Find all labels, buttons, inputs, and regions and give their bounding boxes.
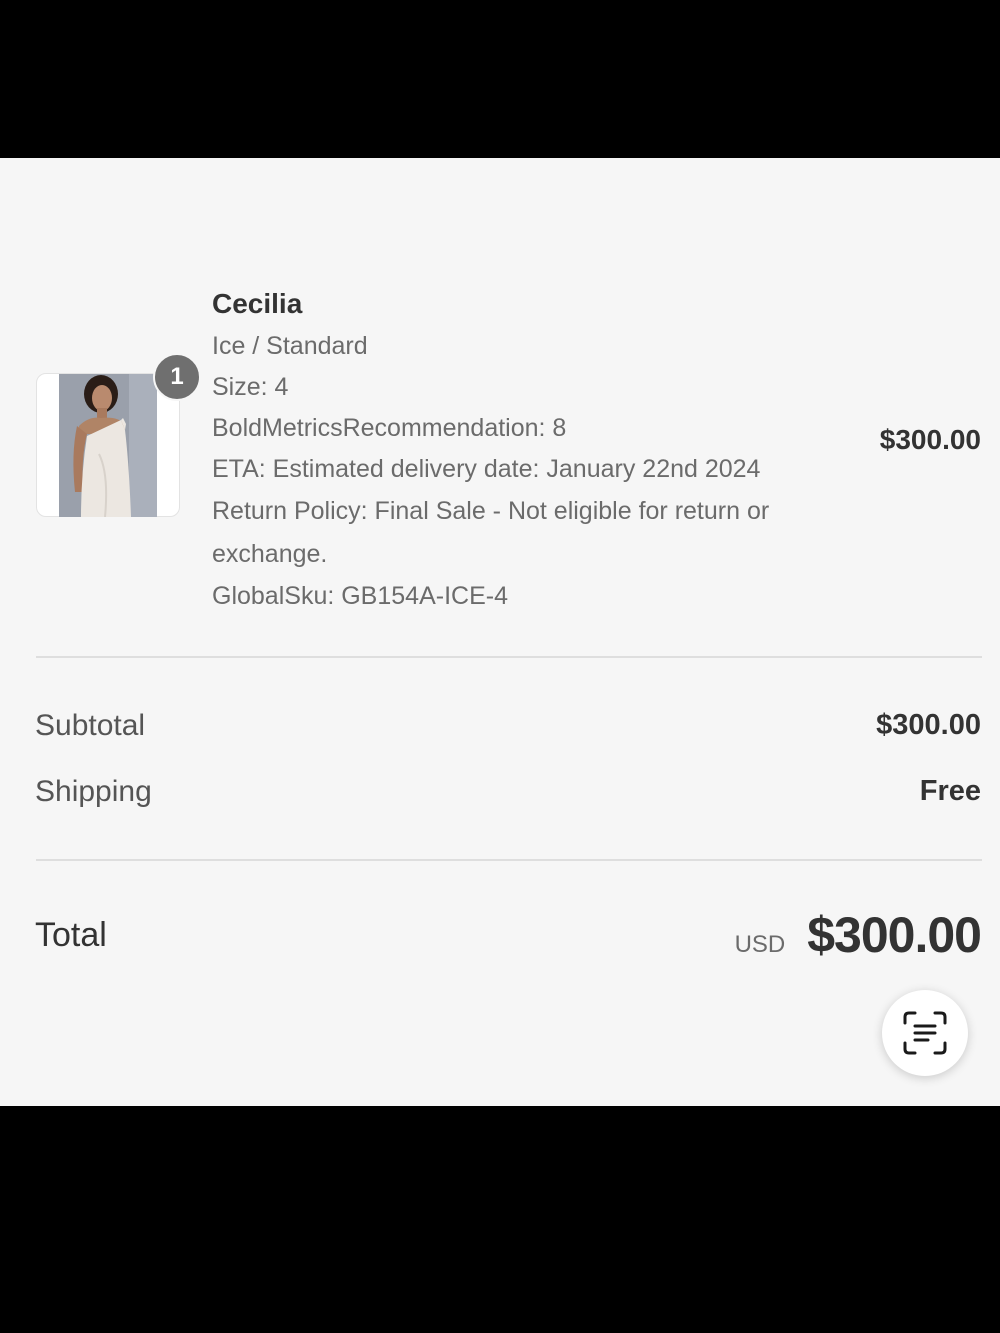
- total-amount: $300.00: [807, 907, 982, 963]
- top-black-bar: [0, 0, 1000, 158]
- product-size: Size: 4: [212, 373, 289, 401]
- quantity-badge: 1: [153, 353, 201, 401]
- bottom-black-bar: [0, 1106, 1000, 1333]
- product-thumbnail: [36, 373, 180, 517]
- item-price: $300.00: [879, 424, 981, 455]
- scan-text-icon: [903, 1011, 947, 1055]
- shipping-label: Shipping: [35, 775, 152, 808]
- product-global-sku: GlobalSku: GB154A-ICE-4: [212, 582, 508, 610]
- product-name: Cecilia: [212, 288, 303, 319]
- cart-line-item: 1 Cecilia Ice / Standard Size: 4 BoldMet…: [0, 158, 1000, 658]
- product-photo-graphic: [59, 374, 157, 517]
- currency-code: USD: [734, 931, 786, 958]
- product-photo: [59, 374, 157, 517]
- divider: [36, 859, 982, 861]
- product-recommendation: BoldMetricsRecommendation: 8: [212, 414, 567, 442]
- product-details: Cecilia Ice / Standard Size: 4 BoldMetri…: [212, 284, 812, 617]
- order-summary-panel: 1 Cecilia Ice / Standard Size: 4 BoldMet…: [0, 158, 1000, 1106]
- scan-text-button[interactable]: [882, 990, 968, 1076]
- shipping-value: Free: [919, 775, 981, 807]
- total-value: USD $300.00: [734, 906, 982, 964]
- divider: [36, 656, 982, 658]
- total-label: Total: [35, 916, 107, 954]
- product-variant: Ice / Standard: [212, 332, 368, 360]
- subtotal-value: $300.00: [876, 709, 981, 741]
- product-eta: ETA: Estimated delivery date: January 22…: [212, 455, 761, 483]
- subtotal-label: Subtotal: [35, 709, 146, 742]
- product-return-policy: Return Policy: Final Sale - Not eligible…: [212, 497, 770, 568]
